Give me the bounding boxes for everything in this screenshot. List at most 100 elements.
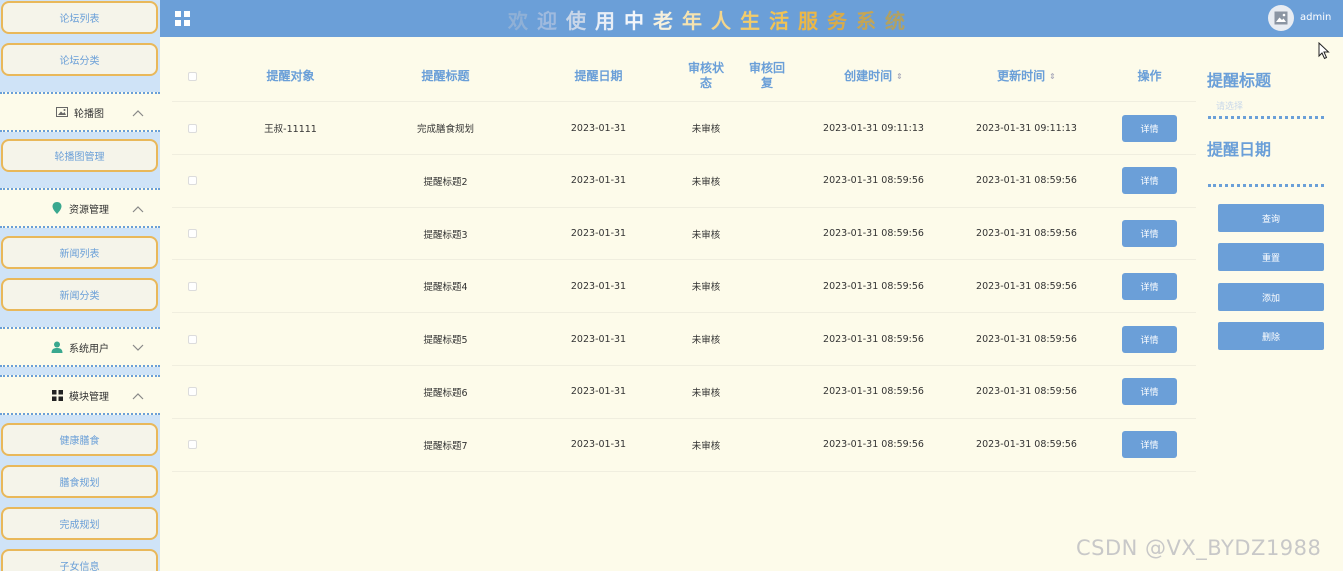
row-checkbox[interactable] bbox=[187, 176, 197, 186]
header-title: 提醒标题 bbox=[421, 68, 470, 83]
cell-title: 提醒标题4 bbox=[423, 282, 468, 294]
cell-status: 未审核 bbox=[691, 335, 721, 347]
header-date: 提醒日期 bbox=[574, 68, 623, 83]
chevron-down-icon bbox=[132, 342, 144, 354]
watermark: CSDN @VX_BYDZ1988 bbox=[1076, 536, 1322, 560]
cell-created: 2023-01-31 08:59:56 bbox=[823, 386, 924, 398]
cell-status: 未审核 bbox=[691, 387, 721, 399]
add-button[interactable]: 添加 bbox=[1218, 283, 1324, 311]
mouse-cursor-icon bbox=[1318, 42, 1330, 60]
cell-action: 详情 bbox=[1103, 208, 1196, 260]
row-checkbox[interactable] bbox=[187, 440, 197, 450]
title-char: 人 bbox=[711, 9, 740, 33]
sidebar-group-module[interactable]: 模块管理 bbox=[0, 375, 160, 415]
cell-action: 详情 bbox=[1103, 260, 1196, 312]
sidebar-group-resource[interactable]: 资源管理 bbox=[0, 188, 160, 228]
cell-date: 2023-01-31 bbox=[570, 122, 627, 134]
sidebar-group-label: 资源管理 bbox=[69, 204, 109, 216]
row-checkbox[interactable] bbox=[187, 281, 197, 291]
cell-status: 未审核 bbox=[691, 282, 721, 294]
row-checkbox[interactable] bbox=[187, 334, 197, 344]
menu-toggle-icon[interactable] bbox=[175, 11, 190, 26]
cell-created: 2023-01-31 08:59:56 bbox=[823, 228, 924, 240]
query-button[interactable]: 查询 bbox=[1218, 204, 1324, 232]
username[interactable]: admin bbox=[1300, 12, 1331, 23]
cell-target bbox=[212, 208, 369, 260]
cell-created: 2023-01-31 08:59:56 bbox=[823, 280, 924, 292]
cell-date: 2023-01-31 bbox=[570, 333, 627, 345]
page-title: 欢迎使用中老年人生活服务系统 bbox=[508, 5, 914, 34]
title-char: 中 bbox=[624, 9, 653, 33]
sidebar-item-news-list[interactable]: 新闻列表 bbox=[1, 236, 158, 269]
sidebar-item-forum-list[interactable]: 论坛列表 bbox=[1, 1, 158, 34]
sidebar-group-carousel[interactable]: 轮播图 bbox=[0, 92, 160, 132]
detail-button[interactable]: 详情 bbox=[1122, 325, 1177, 353]
cell-date: 2023-01-31 bbox=[570, 175, 627, 187]
detail-button[interactable]: 详情 bbox=[1122, 378, 1177, 406]
cell-status: 未审核 bbox=[691, 176, 721, 188]
title-filter-label: 提醒标题 bbox=[1207, 71, 1272, 90]
header-action: 操作 bbox=[1137, 68, 1162, 83]
detail-button[interactable]: 详情 bbox=[1122, 114, 1177, 142]
row-checkbox-cell bbox=[172, 102, 212, 154]
delete-button[interactable]: 删除 bbox=[1218, 322, 1324, 350]
row-checkbox[interactable] bbox=[187, 123, 197, 133]
header-updated[interactable]: 更新时间 ⇕ bbox=[950, 50, 1103, 102]
title-char: 服 bbox=[798, 9, 827, 33]
table-body: 王叔-11111 完成膳食规划 2023-01-31 未审核 2023-01-31 09… bbox=[172, 102, 1196, 472]
cell-status: 未审核 bbox=[691, 124, 721, 135]
cell-target bbox=[212, 419, 369, 471]
cell-target: 王叔-11111 bbox=[264, 124, 317, 135]
sidebar-item-diet-plan[interactable]: 膳食规划 bbox=[1, 465, 158, 498]
title-char: 欢 bbox=[508, 9, 537, 33]
avatar[interactable] bbox=[1268, 5, 1294, 31]
date-filter-input[interactable] bbox=[1208, 184, 1324, 187]
sidebar-item-healthy-diet[interactable]: 健康膳食 bbox=[1, 423, 158, 456]
cell-updated: 2023-01-31 08:59:56 bbox=[976, 439, 1077, 451]
title-char: 用 bbox=[595, 9, 624, 33]
cell-target bbox=[212, 260, 369, 312]
header-target: 提醒对象 bbox=[266, 68, 315, 83]
sidebar-item-carousel-manage[interactable]: 轮播图管理 bbox=[1, 139, 158, 172]
cell-target bbox=[212, 366, 369, 418]
detail-button[interactable]: 详情 bbox=[1122, 220, 1177, 248]
table-row: 提醒标题2 2023-01-31 未审核 2023-01-31 08:59:56 202… bbox=[172, 155, 1196, 208]
sidebar-item-news-category[interactable]: 新闻分类 bbox=[1, 278, 158, 311]
chevron-up-icon bbox=[132, 107, 144, 119]
detail-button[interactable]: 详情 bbox=[1122, 431, 1177, 459]
reset-button[interactable]: 重置 bbox=[1218, 243, 1324, 271]
cell-action: 详情 bbox=[1103, 366, 1196, 418]
cell-action: 详情 bbox=[1103, 155, 1196, 207]
header-reply: 审核回复 bbox=[748, 61, 785, 90]
cell-action: 详情 bbox=[1103, 102, 1196, 154]
detail-button[interactable]: 详情 bbox=[1122, 272, 1177, 300]
cell-updated: 2023-01-31 08:59:56 bbox=[976, 333, 1077, 345]
row-checkbox[interactable] bbox=[187, 387, 197, 397]
sort-icon: ⇕ bbox=[1049, 71, 1056, 81]
sidebar-group-system-user[interactable]: 系统用户 bbox=[0, 327, 160, 367]
sidebar-item-complete-plan[interactable]: 完成规划 bbox=[1, 507, 158, 540]
sidebar-item-forum-category[interactable]: 论坛分类 bbox=[1, 43, 158, 76]
row-checkbox-cell bbox=[172, 419, 212, 471]
title-char: 活 bbox=[769, 9, 798, 33]
cell-title: 提醒标题2 bbox=[423, 176, 468, 188]
cell-updated: 2023-01-31 08:59:56 bbox=[976, 228, 1077, 240]
cell-title: 提醒标题3 bbox=[423, 229, 468, 241]
select-all-checkbox[interactable] bbox=[187, 71, 197, 81]
title-filter-input[interactable]: 请选择 bbox=[1216, 99, 1243, 112]
cell-date: 2023-01-31 bbox=[570, 439, 627, 451]
sidebar-group-label: 轮播图 bbox=[74, 108, 104, 120]
detail-button[interactable]: 详情 bbox=[1122, 167, 1177, 195]
cell-reply bbox=[737, 260, 797, 312]
title-char: 务 bbox=[827, 9, 856, 33]
cell-updated: 2023-01-31 08:59:56 bbox=[976, 175, 1077, 187]
sidebar-group-label: 模块管理 bbox=[69, 391, 109, 403]
row-checkbox[interactable] bbox=[187, 229, 197, 239]
user-icon bbox=[51, 341, 63, 353]
cell-updated: 2023-01-31 08:59:56 bbox=[976, 280, 1077, 292]
table-row: 提醒标题6 2023-01-31 未审核 2023-01-31 08:59:56 202… bbox=[172, 366, 1196, 419]
cell-created: 2023-01-31 09:11:13 bbox=[823, 122, 924, 134]
header-created[interactable]: 创建时间 ⇕ bbox=[797, 50, 950, 102]
cell-action: 详情 bbox=[1103, 313, 1196, 365]
sidebar-item-children-info[interactable]: 子女信息 bbox=[1, 549, 158, 571]
